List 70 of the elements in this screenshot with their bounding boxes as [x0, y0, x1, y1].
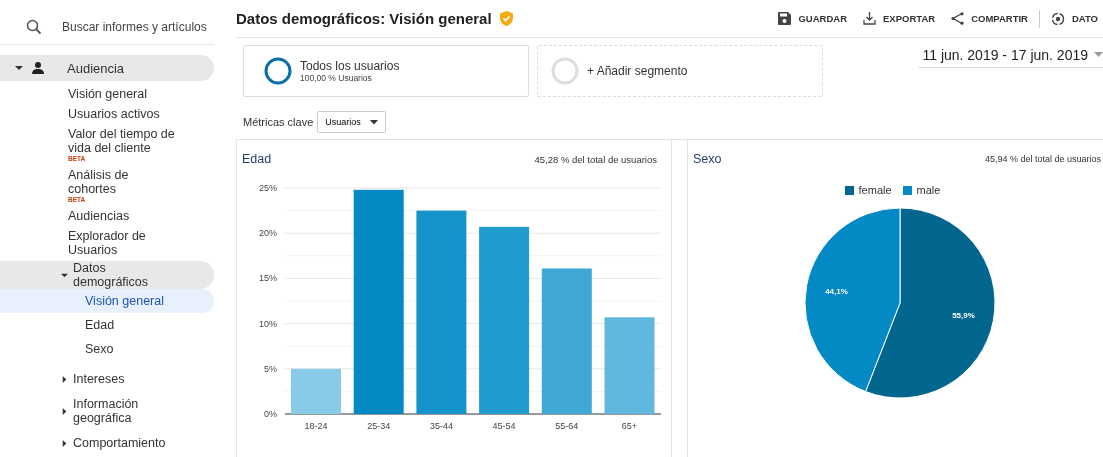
axis-tick-label: 10%: [259, 318, 277, 329]
caret-icon: [61, 271, 68, 279]
bar[interactable]: [291, 368, 341, 414]
search-icon: [26, 19, 42, 36]
caret-icon: [61, 407, 68, 415]
axis-tick-label: 65+: [621, 421, 638, 431]
slice-label: 44,1%: [825, 287, 848, 297]
metrics-label: Métricas clave: [243, 116, 314, 128]
nav-group[interactable]: Información geográfica: [0, 397, 214, 425]
pie-slice[interactable]: [804, 207, 901, 393]
caret-icon: [61, 439, 68, 447]
legend-label: female: [858, 184, 892, 196]
slice-label: 55,9%: [952, 310, 975, 320]
toolbar-button[interactable]: COMPARTIR: [946, 12, 1033, 25]
pie-slice[interactable]: [865, 207, 996, 399]
metric-dropdown[interactable]: Usuarios: [317, 111, 386, 133]
toolbar-button[interactable]: EXPORTAR: [858, 12, 941, 25]
nav-item[interactable]: Visión general: [0, 289, 214, 313]
nav-group[interactable]: Datos demográficos: [0, 261, 214, 289]
page-title: Datos demográficos: Visión general: [236, 10, 492, 27]
bar[interactable]: [541, 268, 592, 414]
caret-icon: [1094, 52, 1103, 58]
ring-icon: [551, 57, 579, 85]
share-icon: [951, 12, 965, 25]
panel-title: Edad: [242, 152, 272, 166]
nav-item[interactable]: Explorador de Usuarios: [68, 229, 176, 257]
nav-item[interactable]: Edad: [0, 313, 214, 337]
caret-icon: [369, 119, 378, 125]
nav-section[interactable]: Audiencia: [0, 55, 214, 81]
nav-item[interactable]: Análisis de cohortes: [68, 168, 176, 196]
toolbar-button[interactable]: GUARDAR: [773, 12, 853, 25]
axis-tick-label: 20%: [259, 228, 277, 239]
date-range-picker[interactable]: 11 jun. 2019 - 17 jun. 2019: [918, 45, 1103, 68]
ring-icon: [264, 57, 292, 85]
nav-group[interactable]: Intereses: [0, 365, 214, 393]
bar[interactable]: [353, 189, 404, 414]
nav-item[interactable]: Sexo: [0, 337, 214, 361]
axis-tick-label: 5%: [264, 363, 277, 374]
save-icon: [778, 12, 792, 25]
caret-icon: [15, 64, 23, 73]
axis-tick-label: 45-54: [492, 421, 516, 431]
insights-icon: [1050, 11, 1065, 26]
nav-group[interactable]: Comportamiento: [0, 429, 214, 457]
nav-item[interactable]: Usuarios activos: [68, 107, 160, 121]
segment-detail: 100,00 % Usuarios: [300, 73, 373, 83]
shield-icon: [499, 11, 513, 26]
axis-tick-label: 35-44: [429, 421, 453, 431]
nav-item[interactable]: Valor del tiempo de vida del cliente: [68, 127, 176, 155]
nav-item[interactable]: Visión general: [68, 87, 147, 101]
segment-card[interactable]: Todos los usuarios 100,00 % Usuarios: [243, 45, 529, 97]
axis-tick-label: 55-64: [555, 421, 579, 431]
axis-tick-label: 25%: [259, 183, 277, 193]
bar[interactable]: [479, 226, 530, 414]
legend-label: male: [916, 184, 941, 196]
axis-tick-label: 18-24: [304, 421, 328, 431]
person-icon: [31, 61, 45, 76]
panel-title: Sexo: [693, 152, 722, 166]
bar[interactable]: [416, 210, 467, 414]
total-note: 45,94 % del total de usuarios: [984, 154, 1101, 164]
caret-icon: [61, 375, 68, 383]
toolbar-button[interactable]: DATO: [1045, 11, 1103, 26]
download-icon: [863, 12, 877, 25]
axis-tick-label: 15%: [259, 273, 277, 284]
segment-name: Todos los usuarios: [300, 59, 400, 73]
nav-item[interactable]: Audiencias: [68, 209, 130, 223]
axis-tick-label: 0%: [264, 409, 277, 419]
axis-tick-label: 25-34: [367, 421, 391, 431]
total-note: 45,28 % del total de usuarios: [534, 153, 657, 165]
add-segment-button[interactable]: + Añadir segmento: [537, 45, 823, 97]
bar[interactable]: [604, 317, 655, 414]
